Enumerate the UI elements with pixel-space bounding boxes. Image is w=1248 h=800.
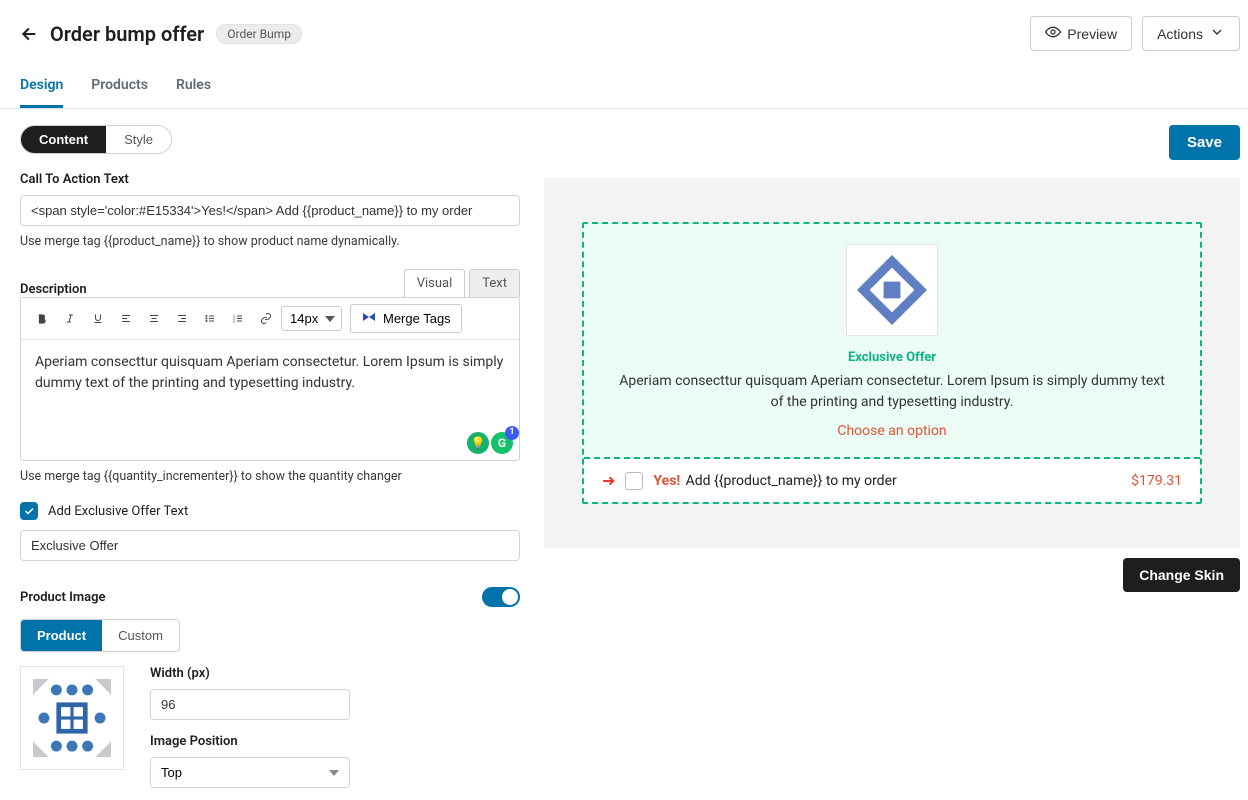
exclusive-checkbox-row: Add Exclusive Offer Text	[20, 502, 520, 520]
exclusive-checkbox[interactable]	[20, 502, 38, 520]
merge-tags-button[interactable]: Merge Tags	[350, 304, 462, 333]
underline-icon[interactable]	[85, 306, 111, 332]
preview-checkbox[interactable]	[625, 472, 643, 490]
preview-yes: Yes!	[653, 473, 680, 489]
align-right-icon[interactable]	[169, 306, 195, 332]
grammarly-icon[interactable]: G1	[491, 432, 513, 454]
align-center-icon[interactable]	[141, 306, 167, 332]
editor-tab-text[interactable]: Text	[469, 269, 520, 297]
placeholder-icon	[857, 255, 927, 325]
exclusive-checkbox-label: Add Exclusive Offer Text	[48, 504, 188, 519]
image-position-select[interactable]: Top	[150, 757, 350, 788]
editor-content: Aperiam consecttur quisquam Aperiam cons…	[35, 354, 503, 391]
subtab-style[interactable]: Style	[106, 126, 171, 153]
eye-icon	[1045, 24, 1061, 43]
page-title: Order bump offer	[50, 22, 204, 46]
grammarly-count: 1	[505, 426, 519, 440]
width-label: Width (px)	[150, 666, 520, 681]
subtab-content[interactable]: Content	[21, 126, 106, 153]
chevron-down-icon	[1209, 24, 1225, 43]
align-left-icon[interactable]	[113, 306, 139, 332]
list-ol-icon[interactable]: 123	[225, 306, 251, 332]
preview-footer: ➜ Yes! Add {{product_name}} to my order …	[584, 457, 1200, 502]
bold-icon[interactable]	[29, 306, 55, 332]
preview-button[interactable]: Preview	[1030, 16, 1132, 51]
image-source-product[interactable]: Product	[21, 620, 102, 651]
actions-button-label: Actions	[1157, 26, 1203, 42]
image-source-custom[interactable]: Custom	[102, 620, 179, 651]
tab-products[interactable]: Products	[91, 67, 148, 108]
editor-textarea[interactable]: Aperiam consecttur quisquam Aperiam cons…	[21, 340, 519, 460]
page-header: Order bump offer Order Bump Preview Acti…	[0, 0, 1248, 59]
back-icon[interactable]	[16, 23, 38, 45]
list-ul-icon[interactable]	[197, 306, 223, 332]
editor-toolbar: 123 14px Merge Tags	[21, 298, 519, 340]
header-left: Order bump offer Order Bump	[16, 22, 302, 46]
cta-hint: Use merge tag {{product_name}} to show p…	[20, 234, 520, 249]
preview-offer-label: Exclusive Offer	[612, 350, 1172, 365]
tab-rules[interactable]: Rules	[176, 67, 211, 108]
header-actions: Preview Actions	[1030, 16, 1240, 51]
design-subtabs: Content Style	[20, 125, 172, 154]
desc-hint: Use merge tag {{quantity_incrementer}} t…	[20, 469, 520, 484]
editor-mode-tabs: Visual Text	[400, 269, 520, 297]
editor-column: Content Style Call To Action Text Use me…	[20, 125, 520, 788]
placeholder-icon	[33, 679, 111, 757]
rich-editor: 123 14px Merge Tags Aperiam consecttur q…	[20, 297, 520, 461]
image-position-label: Image Position	[150, 734, 520, 749]
entity-type-badge: Order Bump	[216, 24, 302, 44]
preview-offer-desc: Aperiam consecttur quisquam Aperiam cons…	[612, 371, 1172, 413]
editor-assist-badges: 💡 G1	[467, 432, 513, 454]
link-icon[interactable]	[253, 306, 279, 332]
preview-panel: Exclusive Offer Aperiam consecttur quisq…	[544, 178, 1240, 548]
preview-product-image	[846, 244, 938, 336]
cta-label: Call To Action Text	[20, 172, 520, 187]
svg-text:3: 3	[233, 320, 235, 324]
product-image-toggle[interactable]	[482, 587, 520, 607]
preview-price: $179.31	[1131, 473, 1182, 489]
merge-tags-label: Merge Tags	[383, 311, 451, 326]
change-skin-button[interactable]: Change Skin	[1123, 558, 1240, 592]
preview-button-label: Preview	[1067, 26, 1117, 42]
main-tabs: Design Products Rules	[0, 67, 1248, 109]
font-size-select[interactable]: 14px	[281, 306, 342, 331]
cta-input[interactable]	[20, 195, 520, 226]
actions-button[interactable]: Actions	[1142, 16, 1240, 51]
arrow-right-icon: ➜	[602, 471, 615, 490]
editor-tab-visual[interactable]: Visual	[404, 269, 466, 297]
product-thumbnail	[20, 666, 124, 770]
preview-cta-rest: Add {{product_name}} to my order	[686, 473, 897, 489]
image-source-tabs: Product Custom	[20, 619, 180, 652]
product-image-label: Product Image	[20, 590, 106, 605]
preview-column: Save Exclusive Offer Aperiam con	[544, 125, 1240, 788]
merge-tags-icon	[361, 309, 377, 328]
width-input[interactable]	[150, 689, 350, 720]
tab-design[interactable]: Design	[20, 67, 63, 108]
preview-cta-text: Yes! Add {{product_name}} to my order	[653, 473, 896, 489]
exclusive-text-input[interactable]	[20, 530, 520, 561]
preview-choose-option[interactable]: Choose an option	[612, 423, 1172, 439]
desc-label: Description	[20, 282, 87, 297]
lightbulb-icon[interactable]: 💡	[467, 432, 489, 454]
italic-icon[interactable]	[57, 306, 83, 332]
order-bump-preview: Exclusive Offer Aperiam consecttur quisq…	[582, 222, 1202, 504]
save-button[interactable]: Save	[1169, 125, 1240, 160]
